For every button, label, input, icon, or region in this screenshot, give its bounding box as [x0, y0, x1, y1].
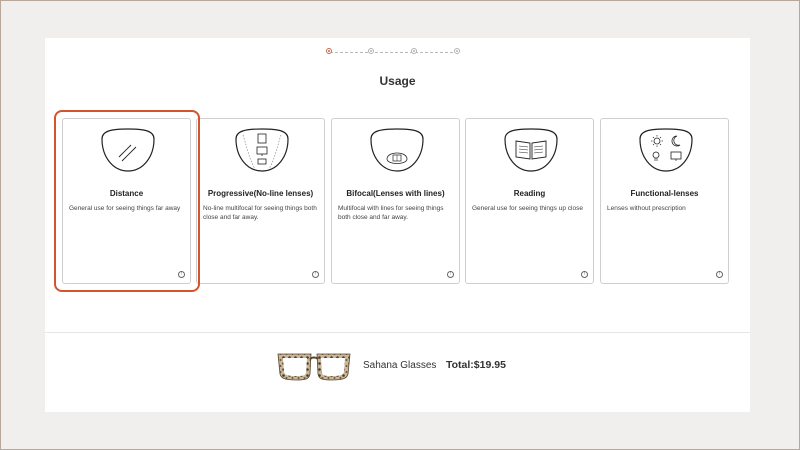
glasses-thumbnail: [277, 353, 351, 381]
product-summary: Sahana Glasses Total:$19.95: [45, 348, 750, 384]
progress-stepper: [326, 46, 462, 58]
option-description: General use for seeing things up close: [472, 205, 583, 212]
info-icon[interactable]: !: [581, 271, 588, 278]
option-name: Bifocal(Lenses with lines): [346, 189, 445, 198]
option-card-progressive[interactable]: Progressive(No-line lenses) No-line mult…: [196, 118, 325, 284]
option-description: Lenses without prescription: [607, 205, 686, 212]
option-card-distance[interactable]: Distance General use for seeing things f…: [62, 118, 191, 284]
step-3[interactable]: [411, 48, 417, 54]
option-card-reading[interactable]: Reading General use for seeing things up…: [465, 118, 594, 284]
step-4[interactable]: [454, 48, 460, 54]
info-icon[interactable]: !: [312, 271, 319, 278]
option-description: General use for seeing things far away: [69, 205, 181, 212]
option-name: Distance: [109, 189, 144, 198]
product-name: Sahana Glasses: [363, 360, 437, 371]
option-description: No-line multifocal for seeing things bot…: [203, 205, 317, 221]
option-card-functional[interactable]: Functional-lenses Lenses without prescri…: [600, 118, 729, 284]
option-description: Multifocal with lines for seeing things …: [338, 205, 444, 221]
functional-lens-icon: [639, 128, 693, 172]
stepper-line: [330, 51, 458, 53]
option-name: Progressive(No-line lenses): [207, 189, 314, 198]
progressive-lens-icon: [235, 128, 289, 172]
lens-usage-panel: Usage Distance General use for seeing th…: [45, 38, 750, 412]
bifocal-lens-icon: [370, 128, 424, 172]
page-title: Usage: [379, 74, 416, 88]
divider: [45, 332, 750, 333]
distance-lens-icon: [101, 128, 155, 172]
info-icon[interactable]: !: [178, 271, 185, 278]
order-total: Total:$19.95: [446, 359, 506, 371]
option-name: Functional-lenses: [630, 189, 699, 198]
info-icon[interactable]: !: [447, 271, 454, 278]
step-1[interactable]: [326, 48, 332, 54]
reading-lens-icon: [504, 128, 558, 172]
info-icon[interactable]: !: [716, 271, 723, 278]
option-card-bifocal[interactable]: Bifocal(Lenses with lines) Multifocal wi…: [331, 118, 460, 284]
step-2[interactable]: [368, 48, 374, 54]
option-name: Reading: [513, 189, 546, 198]
